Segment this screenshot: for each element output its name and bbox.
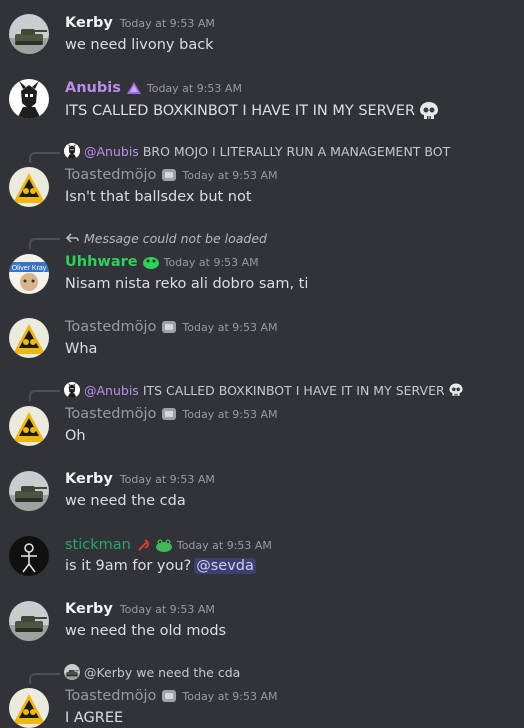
timestamp: Today at 9:53 AM (119, 16, 215, 30)
username[interactable]: Toastedmöjo (65, 688, 156, 704)
reply-preview[interactable]: @Anubis BRO MOJO I LITERALLY RUN A MANAG… (64, 143, 450, 159)
reply-missing-text: Message could not be loaded (84, 230, 267, 246)
username[interactable]: Uhhware (65, 254, 138, 270)
gray-role-icon (159, 687, 179, 705)
message-text: Oh (65, 428, 86, 444)
message-text: Isn't that ballsdex but not (65, 189, 252, 205)
username[interactable]: Kerby (65, 15, 113, 31)
timestamp: Today at 9:53 AM (182, 320, 278, 334)
gray-role-icon (159, 318, 179, 336)
toastedmojo-avatar-icon (9, 688, 49, 728)
message-text: Wha (65, 341, 98, 357)
reply-arrow-icon (64, 230, 80, 246)
message-header: stickman Today at 9:53 AM (65, 536, 272, 554)
timestamp: Today at 9:53 AM (146, 81, 242, 95)
tank-avatar-icon (9, 14, 49, 54)
timestamp: Today at 9:53 AM (176, 538, 272, 552)
skull-emoji-icon (448, 382, 464, 398)
user-mention[interactable]: @sevda (194, 558, 256, 574)
anubis-avatar-icon (64, 143, 80, 159)
reply-spine (29, 390, 60, 401)
tank-avatar-icon (9, 601, 49, 641)
reply-spine (29, 152, 60, 163)
tank-avatar-icon (9, 471, 49, 511)
frog-icon (154, 536, 174, 554)
reply-text: BRO MOJO I LITERALLY RUN A MANAGEMENT BO… (142, 143, 451, 159)
message-text: we need livony back (65, 37, 214, 53)
message-header: Toastedmöjo Today at 9:53 AM (65, 318, 278, 336)
timestamp: Today at 9:53 AM (119, 472, 215, 486)
message-text: ITS CALLED BOXKINBOT I HAVE IT IN MY SER… (65, 103, 416, 119)
username[interactable]: Anubis (65, 80, 121, 96)
avatar[interactable] (9, 536, 49, 576)
reply-text: ITS CALLED BOXKINBOT I HAVE IT IN MY SER… (142, 382, 445, 398)
timestamp: Today at 9:53 AM (119, 602, 215, 616)
toastedmojo-avatar-icon (9, 318, 49, 358)
message-header: Toastedmöjo Today at 9:53 AM (65, 405, 278, 423)
message-header: Kerby Today at 9:53 AM (65, 471, 215, 487)
reply-author[interactable]: @Anubis (84, 144, 139, 159)
message-header: Anubis Today at 9:53 AM (65, 79, 242, 97)
avatar[interactable] (9, 79, 49, 119)
avatar[interactable] (9, 318, 49, 358)
message-header: Toastedmöjo Today at 9:53 AM (65, 687, 278, 705)
avatar[interactable] (9, 254, 49, 294)
toastedmojo-avatar-icon (9, 406, 49, 446)
stickman-avatar-icon (9, 536, 49, 576)
timestamp: Today at 9:53 AM (163, 255, 259, 269)
reply-spine (29, 673, 60, 684)
username[interactable]: Kerby (65, 471, 113, 487)
skull-emoji-icon (418, 100, 440, 122)
timestamp: Today at 9:53 AM (182, 168, 278, 182)
avatar[interactable] (9, 406, 49, 446)
reply-author[interactable]: @Kerby (84, 665, 132, 680)
timestamp: Today at 9:53 AM (182, 689, 278, 703)
reply-text: we need the cda (136, 664, 241, 680)
username[interactable]: Toastedmöjo (65, 167, 156, 183)
avatar[interactable] (9, 601, 49, 641)
username[interactable]: Toastedmöjo (65, 406, 156, 422)
username[interactable]: Kerby (65, 601, 113, 617)
reply-spine (29, 238, 60, 249)
message-text-row: ITS CALLED BOXKINBOT I HAVE IT IN MY SER… (65, 100, 440, 122)
green-role-icon (141, 253, 161, 271)
message-text: I AGREE (65, 710, 124, 726)
message-text: we need the old mods (65, 623, 227, 639)
avatar[interactable] (9, 471, 49, 511)
message-text-row: is it 9am for you? @sevda (65, 558, 256, 574)
message-header: Toastedmöjo Today at 9:53 AM (65, 166, 278, 184)
reply-author[interactable]: @Anubis (84, 383, 139, 398)
uhhware-avatar-icon (9, 254, 49, 294)
anubis-avatar-icon (64, 382, 80, 398)
gray-role-icon (159, 405, 179, 423)
toastedmojo-avatar-icon (9, 167, 49, 207)
avatar[interactable] (9, 167, 49, 207)
message-text: we need the cda (65, 493, 186, 509)
message-text: Nisam nista reko ali dobro sam, ti (65, 276, 309, 292)
message-header: Kerby Today at 9:53 AM (65, 601, 215, 617)
tank-avatar-icon (64, 664, 80, 680)
gray-role-icon (159, 166, 179, 184)
avatar[interactable] (9, 688, 49, 728)
message-header: Uhhware Today at 9:53 AM (65, 253, 259, 271)
anubis-avatar-icon (9, 79, 49, 119)
message-text: is it 9am for you? (65, 558, 192, 574)
reply-preview[interactable]: @Anubis ITS CALLED BOXKINBOT I HAVE IT I… (64, 382, 464, 398)
hammer-sickle-icon (134, 536, 154, 554)
timestamp: Today at 9:53 AM (182, 407, 278, 421)
avatar[interactable] (9, 14, 49, 54)
username[interactable]: stickman (65, 537, 131, 553)
reply-preview[interactable]: @Kerby we need the cda (64, 664, 240, 680)
username[interactable]: Toastedmöjo (65, 319, 156, 335)
message-header: Kerby Today at 9:53 AM (65, 15, 215, 31)
reply-preview: Message could not be loaded (64, 230, 267, 246)
purple-role-icon (124, 79, 144, 97)
